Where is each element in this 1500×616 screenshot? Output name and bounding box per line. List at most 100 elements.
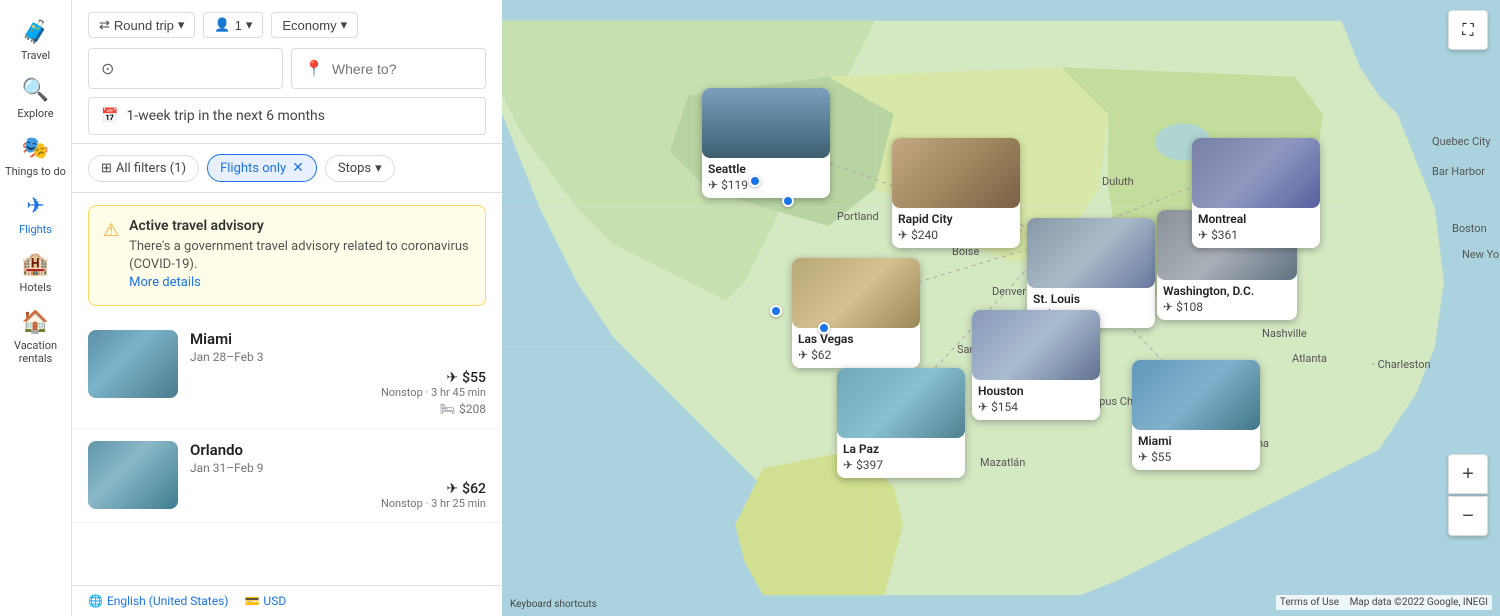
main-panel: ⇄ Round trip ▾ 👤 1 ▾ Economy ▾ ⊙ Minneap… [72,0,502,616]
passengers-label: 1 [235,18,242,33]
origin-field[interactable]: Minneapolis [122,61,270,77]
passengers-button[interactable]: 👤 1 ▾ [203,12,263,38]
advisory-content: Active travel advisory There's a governm… [129,218,471,293]
las-vegas-body: Las Vegas ✈ $62 [792,328,920,368]
class-button[interactable]: Economy ▾ [271,12,358,38]
destination-card-miami[interactable]: Miami Jan 28–Feb 3 ✈ $55 Nonstop · 3 hr … [72,318,502,429]
stops-label: Stops [338,161,371,176]
origin-icon: ⊙ [101,59,114,78]
search-area: ⇄ Round trip ▾ 👤 1 ▾ Economy ▾ ⊙ Minneap… [72,0,502,144]
zoom-in-button[interactable]: + [1448,454,1488,494]
results-list: ⚠ Active travel advisory There's a gover… [72,193,502,585]
close-icon[interactable]: ✕ [292,160,304,176]
miami-map-thumb [1132,360,1260,430]
sidebar-item-things[interactable]: 🎭 Things to do [0,128,71,186]
sidebar-item-flights[interactable]: ✈ Flights [0,186,71,244]
lpz-price: $397 [856,458,883,472]
flights-only-label: Flights only [220,161,286,176]
seattle-card-body: Seattle ✈ $119 [702,158,830,198]
sidebar-item-label: Flights [19,223,52,236]
la-paz-price: ✈ $397 [843,458,959,472]
calendar-icon: 📅 [101,108,118,124]
miami-image [88,330,178,398]
pin-w2 [770,305,782,317]
sidebar-item-vacation[interactable]: 🏠 Vacation rentals [0,302,71,373]
sidebar-item-label: Hotels [20,281,52,294]
sidebar-item-label: Things to do [5,165,66,178]
map-card-rapid-city[interactable]: Rapid City ✈ $240 [892,138,1020,248]
trip-type-button[interactable]: ⇄ Round trip ▾ [88,12,195,38]
map-attribution-text: Terms of Use Map data ©2022 Google, INEG… [1280,597,1488,608]
orlando-info: Orlando Jan 31–Feb 9 ✈ $62 Nonstop · 3 h… [190,441,486,510]
language-button[interactable]: 🌐 English (United States) [88,594,228,608]
sidebar-item-explore[interactable]: 🔍 Explore [0,70,71,128]
keyboard-shortcuts[interactable]: Keyboard shortcuts [510,599,597,610]
map-card-las-vegas[interactable]: Las Vegas ✈ $62 [792,258,920,368]
zoom-out-button[interactable]: − [1448,496,1488,536]
miami-flight-detail: Nonstop · 3 hr 45 min [190,386,486,399]
class-label: Economy [282,18,336,33]
destination-card-orlando[interactable]: Orlando Jan 31–Feb 9 ✈ $62 Nonstop · 3 h… [72,429,502,523]
hotel-icon: 🛏 [440,402,455,416]
advisory-body-text: There's a government travel advisory rel… [129,239,469,272]
plane-icon: ✈ [1163,300,1173,314]
trip-type-label: Round trip [114,18,174,33]
plane-icon: ✈ [708,178,718,192]
currency-label: USD [263,594,286,608]
la-paz-img [837,368,965,438]
map-card-houston[interactable]: Houston ✈ $154 [972,310,1100,420]
las-vegas-name: Las Vegas [798,332,914,346]
all-filters-chip[interactable]: ⊞ All filters (1) [88,155,199,182]
search-inputs: ⊙ Minneapolis 📍 [88,48,486,89]
map-card-miami[interactable]: Miami ✈ $55 [1132,360,1260,470]
all-filters-label: All filters (1) [116,161,186,176]
advisory-link[interactable]: More details [129,275,201,290]
seattle-card-price: ✈ $119 [708,178,824,192]
stops-chip[interactable]: Stops ▾ [325,155,395,182]
mtl-price: $361 [1211,228,1238,242]
chevron-down-icon: ▾ [178,17,185,33]
st-louis-thumb [1027,218,1155,288]
advisory-card: ⚠ Active travel advisory There's a gover… [88,205,486,306]
chevron-down-icon: ▾ [246,17,253,33]
miami-map-name: Miami [1138,434,1254,448]
map-card-seattle[interactable]: Seattle ✈ $119 [702,88,830,198]
currency-button[interactable]: 💳 USD [244,594,286,608]
origin-input[interactable]: ⊙ Minneapolis [88,48,283,89]
map-card-la-paz[interactable]: La Paz ✈ $397 [837,368,965,478]
destination-input[interactable]: 📍 [291,48,486,89]
fullscreen-button[interactable]: ⛶ [1448,10,1488,50]
washington-name: Washington, D.C. [1163,284,1291,298]
houston-price: ✈ $154 [978,400,1094,414]
terms-link[interactable]: Terms of Use [1280,597,1339,608]
destination-icon: 📍 [304,59,324,78]
plane-icon: ✈ [446,370,458,386]
pin-sw1 [782,195,794,207]
miami-map-img [1132,360,1260,430]
mia-price: $55 [1151,450,1171,464]
destination-field[interactable] [332,61,473,77]
plane-icon: ✈ [978,400,988,414]
sidebar-item-label: Explore [17,107,53,120]
la-paz-body: La Paz ✈ $397 [837,438,965,478]
orlando-flight-detail: Nonstop · 3 hr 25 min [190,497,486,510]
houston-name: Houston [978,384,1094,398]
hou-price: $154 [991,400,1018,414]
fullscreen-icon: ⛶ [1462,20,1473,40]
plane-icon: ✈ [898,228,908,242]
flights-only-chip[interactable]: Flights only ✕ [207,154,317,182]
date-selector[interactable]: 📅 1-week trip in the next 6 months [88,97,486,135]
miami-map-body: Miami ✈ $55 [1132,430,1260,470]
seattle-price: $119 [721,178,748,192]
map-card-montreal[interactable]: Montreal ✈ $361 [1192,138,1320,248]
orlando-flight-price: ✈ $62 [190,481,486,497]
rapid-city-price: ✈ $240 [898,228,1014,242]
bottom-bar: 🌐 English (United States) 💳 USD [72,585,502,616]
montreal-price: ✈ $361 [1198,228,1314,242]
miami-info: Miami Jan 28–Feb 3 ✈ $55 Nonstop · 3 hr … [190,330,486,416]
orlando-price-value: $62 [462,481,486,497]
sidebar-item-travel[interactable]: 🧳 Travel [0,12,71,70]
rapid-city-img [892,138,1020,208]
montreal-img [1192,138,1320,208]
sidebar-item-hotels[interactable]: 🏨 Hotels [0,244,71,302]
